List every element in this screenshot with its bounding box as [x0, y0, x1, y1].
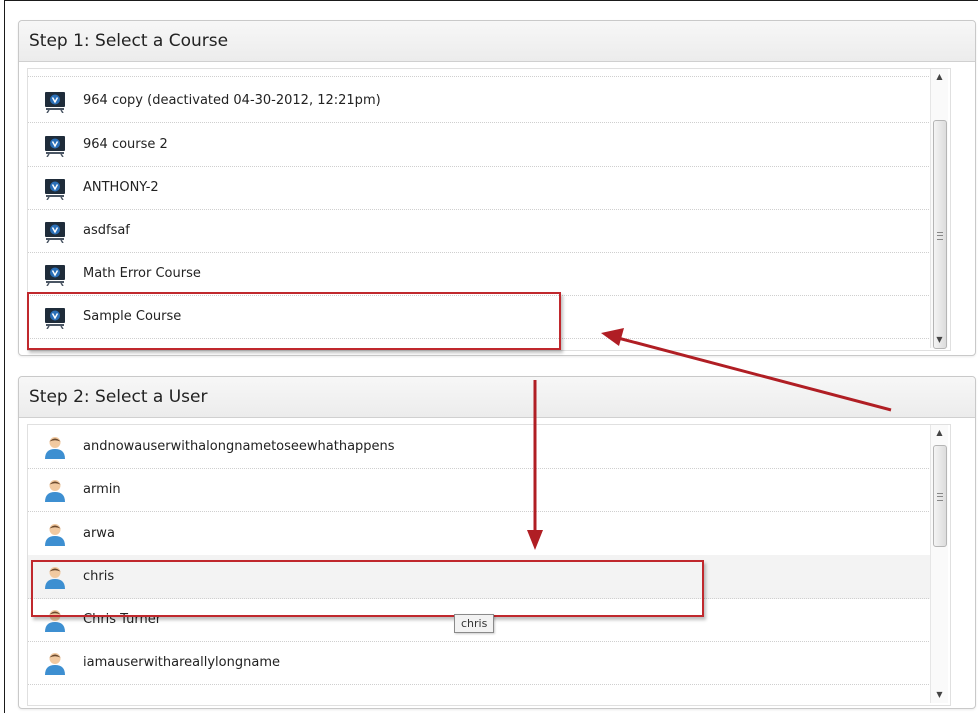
user-list: andnowauserwithalongnametoseewhathappens… — [27, 424, 951, 706]
user-avatar-icon — [45, 436, 65, 459]
course-list-item[interactable]: 964 copy (deactivated 04-30-2012, 12:21p… — [28, 79, 943, 123]
user-avatar-icon — [45, 479, 65, 502]
scroll-down-arrow-icon[interactable]: ▼ — [931, 332, 948, 348]
course-list-item[interactable]: 964 course 2 — [28, 123, 943, 167]
course-name: 964 copy (deactivated 04-30-2012, 12:21p… — [83, 93, 381, 108]
user-panel-title: Step 2: Select a User — [19, 377, 975, 418]
scroll-down-arrow-icon[interactable]: ▼ — [931, 687, 948, 703]
user-name: armin — [83, 482, 121, 497]
user-list-item[interactable]: arwa — [28, 512, 943, 556]
user-avatar-icon — [45, 523, 65, 546]
screenshot-frame-left — [4, 0, 5, 713]
course-list: 964 copy (deactivated 04-30-2012, 12:21p… — [27, 68, 951, 351]
user-name: iamauserwithareallylongname — [83, 655, 280, 670]
course-list-item[interactable]: asdfsaf — [28, 209, 943, 253]
user-avatar-icon — [45, 609, 65, 632]
screenshot-frame-top — [4, 0, 978, 1]
course-name: Sample Course — [83, 309, 182, 324]
course-name: Math Error Course — [83, 266, 201, 281]
user-avatar-icon — [45, 566, 65, 589]
course-panel-title: Step 1: Select a Course — [19, 21, 975, 62]
scroll-thumb[interactable] — [933, 120, 947, 349]
user-avatar-icon — [45, 652, 65, 675]
user-name: Chris Turner — [83, 612, 162, 627]
course-list-item-partial[interactable] — [28, 69, 943, 77]
scroll-up-arrow-icon[interactable]: ▲ — [931, 69, 948, 85]
course-presentation-icon — [45, 264, 65, 286]
course-panel: Step 1: Select a Course 964 copy (deacti… — [18, 20, 976, 356]
user-name: chris — [83, 569, 115, 584]
user-list-item[interactable]: armin — [28, 468, 943, 512]
course-list-item[interactable]: Math Error Course — [28, 252, 943, 296]
tooltip: chris — [454, 614, 495, 633]
course-name: asdfsaf — [83, 223, 130, 238]
user-list-item[interactable]: chris — [28, 555, 943, 599]
user-list-item[interactable]: iamauserwithareallylongname — [28, 641, 943, 685]
course-name: ANTHONY-2 — [83, 180, 159, 195]
course-name: 964 course 2 — [83, 137, 168, 152]
course-presentation-icon — [45, 178, 65, 200]
user-name: andnowauserwithalongnametoseewhathappens — [83, 439, 395, 454]
course-presentation-icon — [45, 91, 65, 113]
course-list-scrollbar[interactable]: ▲ ▼ — [930, 69, 948, 349]
course-presentation-icon — [45, 135, 65, 157]
user-list-scrollbar[interactable]: ▲ ▼ — [930, 425, 948, 703]
scroll-up-arrow-icon[interactable]: ▲ — [931, 425, 948, 441]
course-presentation-icon — [45, 307, 65, 329]
course-presentation-icon — [45, 221, 65, 243]
user-list-item[interactable]: andnowauserwithalongnametoseewhathappens — [28, 425, 943, 469]
user-panel: Step 2: Select a User andnowauserwithalo… — [18, 376, 976, 709]
user-name: arwa — [83, 526, 115, 541]
course-list-item[interactable]: ANTHONY-2 — [28, 166, 943, 210]
course-list-item[interactable]: Sample Course — [28, 295, 943, 339]
scroll-thumb[interactable] — [933, 445, 947, 547]
